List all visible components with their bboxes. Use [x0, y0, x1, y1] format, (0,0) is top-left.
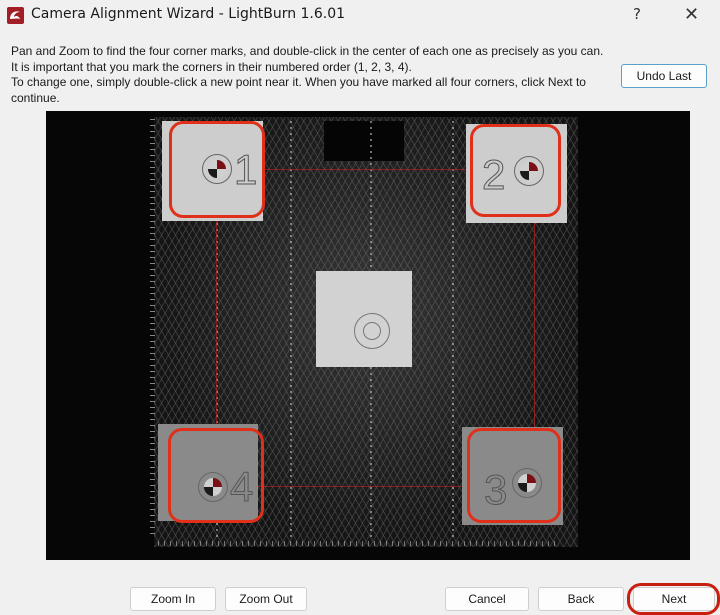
corner-mark-1[interactable] [169, 121, 265, 218]
zoom-out-button[interactable]: Zoom Out [225, 587, 307, 611]
corner-mark-2[interactable] [470, 124, 561, 217]
next-button-highlight [627, 583, 720, 615]
bed-slot [452, 121, 454, 541]
lightburn-logo-icon [7, 7, 24, 24]
corner-mark-3[interactable] [467, 428, 561, 523]
instruction-line: Pan and Zoom to find the four corner mar… [11, 44, 604, 58]
ruler-bottom [158, 541, 558, 546]
zoom-in-button[interactable]: Zoom In [130, 587, 216, 611]
help-button[interactable]: ? [633, 5, 641, 23]
ruler-left [150, 119, 155, 539]
corner-mark-4[interactable] [168, 428, 264, 523]
undo-last-button[interactable]: Undo Last [621, 64, 707, 88]
camera-view[interactable]: 1 2 3 4 [46, 111, 690, 560]
center-card [316, 271, 412, 367]
instruction-line: It is important that you mark the corner… [11, 59, 412, 74]
back-button[interactable]: Back [538, 587, 624, 611]
bed-slot [290, 121, 292, 541]
center-target-inner-ring [363, 322, 381, 340]
title-bar: Camera Alignment Wizard - LightBurn 1.6.… [0, 0, 720, 32]
window-title: Camera Alignment Wizard - LightBurn 1.6.… [31, 6, 346, 22]
close-button[interactable]: ✕ [684, 4, 699, 25]
instructions-text: Pan and Zoom to find the four corner mar… [11, 44, 611, 106]
bed-shadow [324, 121, 404, 161]
instruction-line: To change one, simply double-click a new… [11, 75, 586, 105]
cancel-button[interactable]: Cancel [445, 587, 529, 611]
